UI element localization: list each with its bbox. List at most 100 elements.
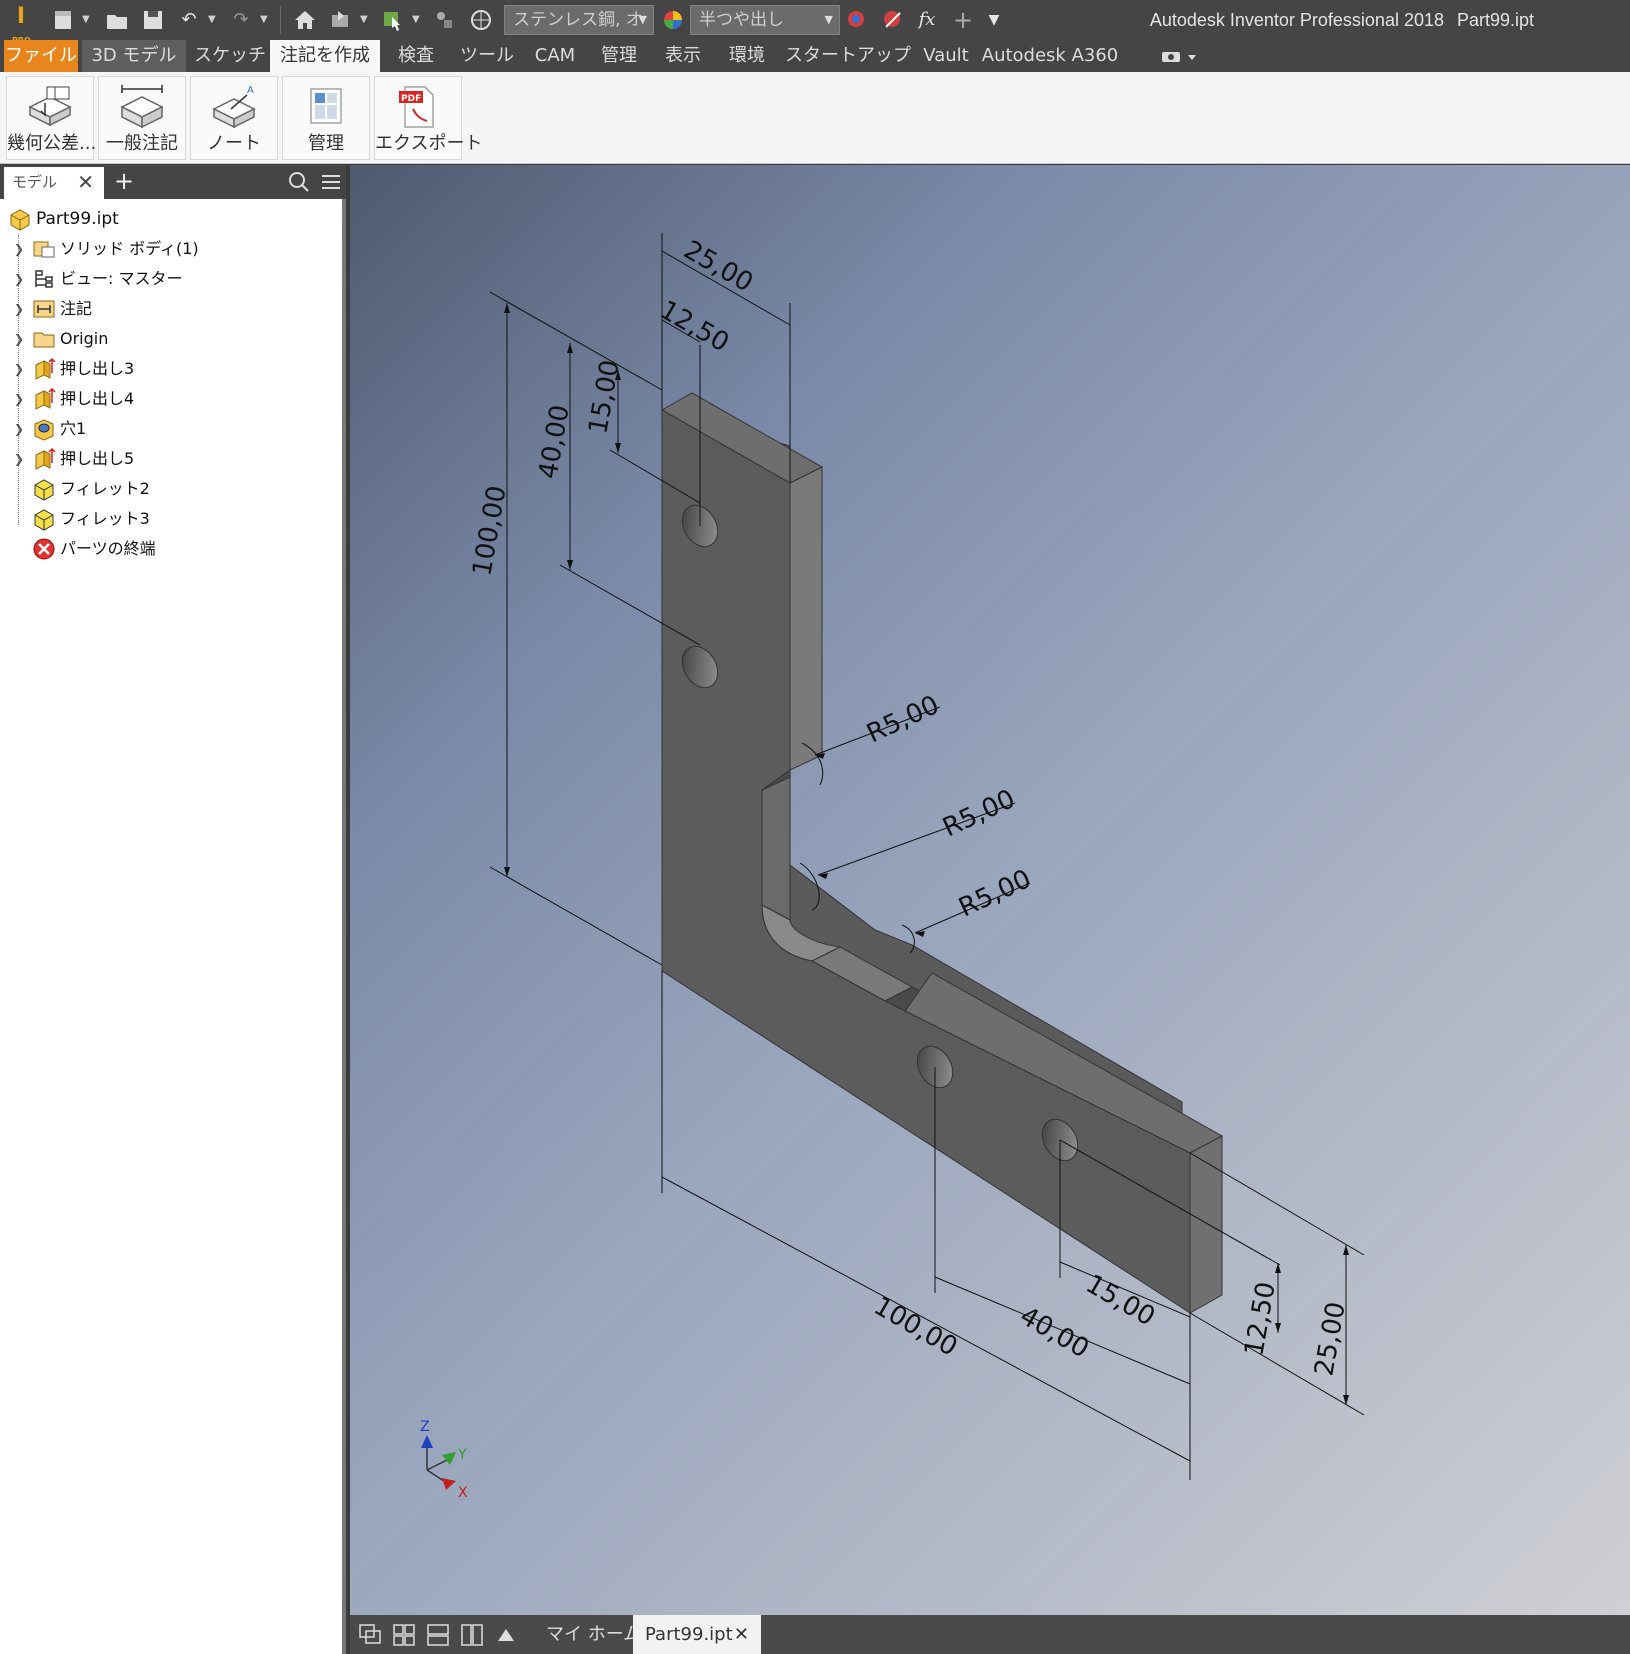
tree-item-label: フィレット3 — [60, 509, 150, 528]
parameters-fx-icon[interactable]: fx — [914, 7, 940, 33]
separator — [280, 6, 281, 34]
dim-height[interactable]: 100,00 — [467, 483, 512, 578]
search-icon[interactable] — [286, 169, 312, 195]
dim-radius-1[interactable]: R5,00 — [862, 690, 944, 749]
undo-dropdown-icon[interactable]: ▼ — [208, 7, 216, 33]
tab-getstarted[interactable]: スタートアップ — [782, 40, 914, 72]
tab-manage[interactable]: 管理 — [590, 40, 648, 72]
select-icon[interactable] — [380, 7, 406, 33]
home-icon[interactable] — [292, 7, 318, 33]
expand-chevron-icon[interactable]: ❯ — [14, 355, 26, 383]
expand-chevron-icon[interactable]: ❯ — [14, 235, 26, 263]
select-dropdown-icon[interactable]: ▼ — [412, 7, 420, 33]
tab-tools[interactable]: ツール — [452, 40, 522, 72]
gdt-button[interactable]: 幾何公差... — [6, 76, 96, 160]
l-bracket-part[interactable] — [660, 392, 1224, 1314]
tab-part-document[interactable]: Part99.ipt ✕ — [633, 1615, 761, 1654]
menu-icon[interactable] — [318, 169, 344, 195]
globe-icon[interactable] — [468, 7, 494, 33]
ribbon-display-toggle-icon[interactable] — [1160, 48, 1200, 66]
redo-icon[interactable]: ↷ — [228, 7, 254, 33]
graphics-viewport[interactable]: 25,00 12,50 15,00 40,00 100,00 R5,00 R5,… — [350, 165, 1630, 1615]
tile-vertical-icon[interactable] — [458, 1621, 486, 1649]
title-bar: IPRO ▼ ↶ ▼ ↷ ▼ ▼ ▼ ステンレス鋼, オ▼ 半つや出し▼ — [0, 0, 1630, 45]
redo-dropdown-icon[interactable]: ▼ — [260, 7, 268, 33]
general-dimension-button[interactable]: 一般注記 — [98, 76, 186, 160]
ribbon-panel: 幾何公差... 一般注記 A ノート 管理 PDF エクスポート — [0, 72, 1630, 164]
tab-inspect[interactable]: 検査 — [384, 40, 448, 72]
tab-sketch[interactable]: スケッチ — [190, 40, 270, 72]
customize-qat-icon[interactable]: ▼ — [984, 7, 1004, 33]
annotation-icon — [32, 297, 56, 321]
shape-icon[interactable] — [432, 7, 458, 33]
inventor-logo[interactable]: IPRO — [8, 4, 34, 45]
svg-text:Z: Z — [420, 1419, 430, 1435]
tab-file[interactable]: ファイル — [4, 40, 78, 72]
return-dropdown-icon[interactable]: ▼ — [360, 7, 368, 33]
dim-bottom-half[interactable]: 12,50 — [1239, 1280, 1281, 1359]
folder-icon — [32, 327, 56, 351]
tile-horizontal-icon[interactable] — [424, 1621, 452, 1649]
tree-item-label: Origin — [60, 329, 109, 348]
tile-windows-icon[interactable] — [390, 1621, 418, 1649]
dim-hole-offset-bottom[interactable]: 40,00 — [1015, 1301, 1094, 1364]
tab-environments[interactable]: 環境 — [718, 40, 776, 72]
dimension-geometry — [489, 233, 1365, 1480]
add-browser-icon[interactable]: + — [110, 167, 138, 197]
open-file-icon[interactable] — [104, 7, 130, 33]
svg-text:Y: Y — [457, 1447, 467, 1463]
expand-chevron-icon[interactable]: ❯ — [14, 325, 26, 353]
dim-top-width[interactable]: 25,00 — [679, 235, 758, 298]
tab-a360[interactable]: Autodesk A360 — [978, 40, 1122, 72]
expand-chevron-icon[interactable]: ❯ — [14, 295, 26, 323]
note-button[interactable]: A ノート — [190, 76, 278, 160]
tab-3d-model[interactable]: 3D モデル — [82, 40, 186, 72]
fillet-icon — [32, 477, 56, 501]
undo-icon[interactable]: ↶ — [176, 7, 202, 33]
dim-hole-spacing-top[interactable]: 15,00 — [583, 358, 625, 437]
expand-chevron-icon[interactable]: ❯ — [14, 265, 26, 293]
add-icon[interactable]: + — [950, 7, 976, 33]
axis-triad[interactable]: Z Y X — [420, 1419, 468, 1501]
dim-radius-2[interactable]: R5,00 — [938, 784, 1020, 843]
tab-vault[interactable]: Vault — [914, 40, 978, 72]
manage-icon — [310, 88, 342, 124]
dim-bottom-length[interactable]: 100,00 — [869, 1291, 963, 1362]
clear-appearance-icon[interactable] — [880, 7, 906, 33]
manage-button[interactable]: 管理 — [282, 76, 370, 160]
extrude-icon — [32, 447, 56, 471]
app-title: Autodesk Inventor Professional 2018 — [1149, 10, 1444, 30]
cascade-windows-icon[interactable] — [356, 1621, 384, 1649]
export-button[interactable]: PDF エクスポート — [374, 76, 482, 160]
save-icon[interactable] — [140, 7, 166, 33]
expand-chevron-icon[interactable]: ❯ — [14, 385, 26, 413]
close-icon[interactable]: ✕ — [77, 167, 94, 197]
tab-cam[interactable]: CAM — [526, 40, 584, 72]
dim-hole-offset-top[interactable]: 40,00 — [533, 403, 575, 482]
appearance-select[interactable]: 半つや出し ▼ — [690, 5, 840, 35]
material-select[interactable]: ステンレス鋼, オ ▼ — [504, 5, 654, 35]
return-icon[interactable] — [328, 7, 354, 33]
dim-top-half[interactable]: 12,50 — [655, 295, 734, 358]
tab-annotate[interactable]: 注記を作成 — [270, 40, 380, 72]
tree-item-label: 注記 — [60, 299, 93, 318]
fillet-icon — [32, 507, 56, 531]
solid-body-icon — [32, 237, 56, 261]
arrange-menu-icon[interactable] — [492, 1621, 520, 1649]
dim-bottom-width[interactable]: 25,00 — [1309, 1300, 1351, 1379]
dim-radius-3[interactable]: R5,00 — [954, 864, 1036, 923]
adjust-appearance-icon[interactable] — [844, 7, 870, 33]
new-file-icon[interactable] — [50, 7, 76, 33]
model-canvas[interactable]: 25,00 12,50 15,00 40,00 100,00 R5,00 R5,… — [350, 165, 1630, 1615]
expand-chevron-icon[interactable]: ❯ — [14, 445, 26, 473]
close-icon[interactable]: ✕ — [734, 1615, 749, 1654]
expand-chevron-icon[interactable]: ❯ — [14, 415, 26, 443]
tab-view[interactable]: 表示 — [654, 40, 712, 72]
extrude-icon — [32, 357, 56, 381]
note-icon: A — [212, 85, 256, 129]
color-wheel-icon[interactable] — [660, 7, 686, 33]
tree-item-label: 穴1 — [60, 419, 87, 438]
new-dropdown-icon[interactable]: ▼ — [82, 7, 90, 33]
svg-text:PDF: PDF — [401, 94, 421, 104]
tab-model-browser[interactable]: モデル ✕ — [4, 167, 104, 199]
